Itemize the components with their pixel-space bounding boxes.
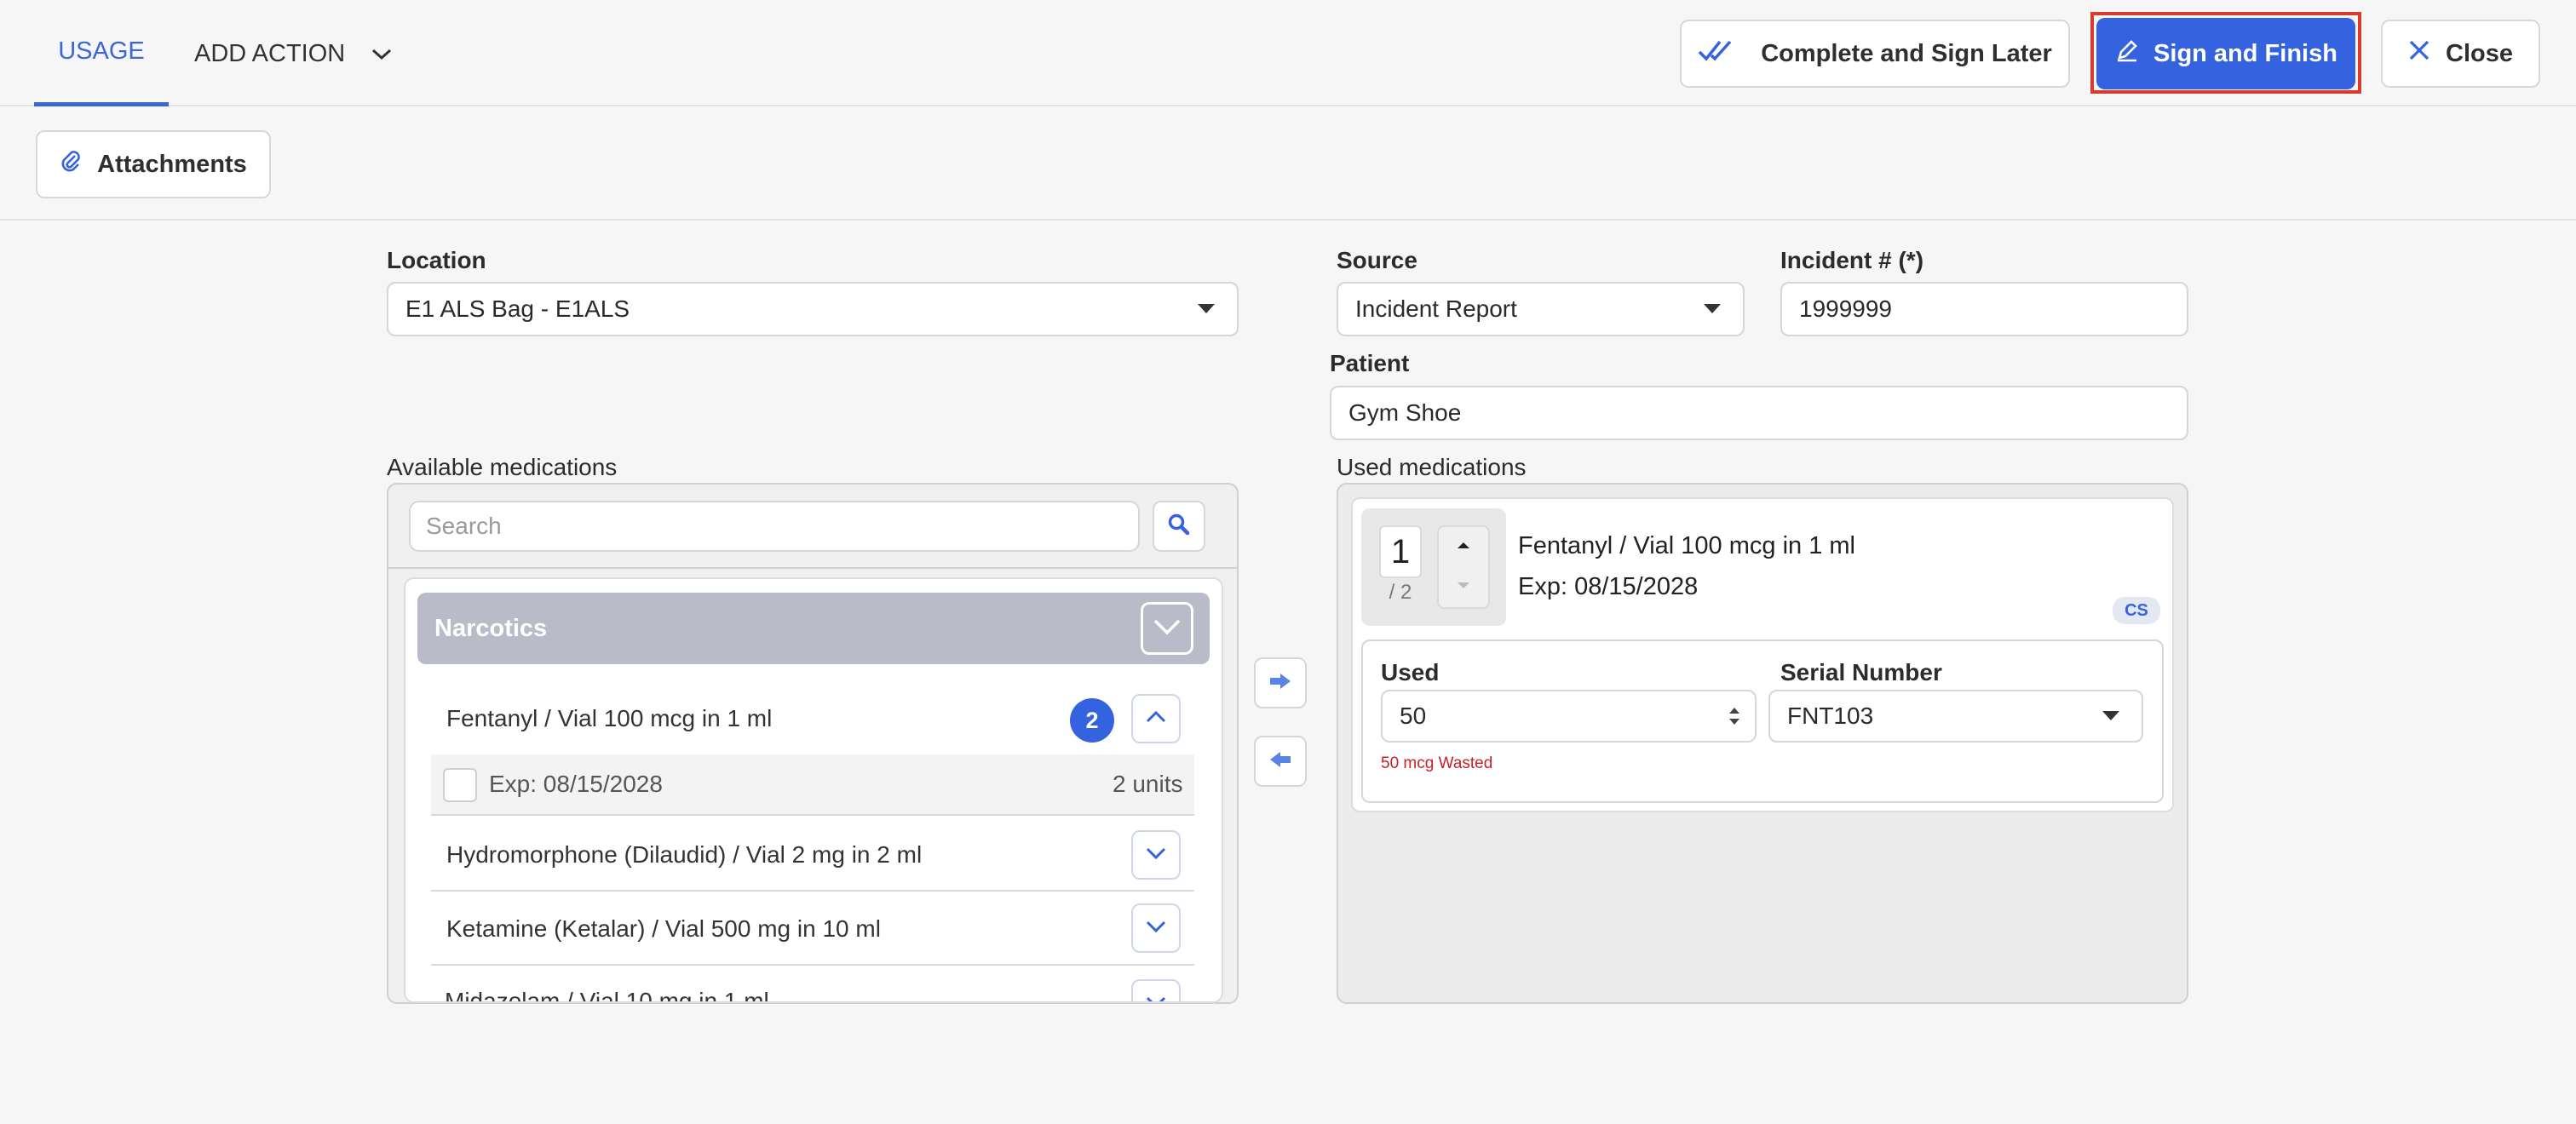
location-select[interactable]: E1 ALS Bag - E1ALS <box>387 282 1239 336</box>
med-name: Ketamine (Ketalar) / Vial 500 mg in 10 m… <box>446 915 881 942</box>
incident-input[interactable]: 1999999 <box>1780 282 2188 336</box>
double-check-icon <box>1698 38 1735 69</box>
available-medications-title: Available medications <box>387 454 618 480</box>
move-left-button[interactable] <box>1254 736 1307 787</box>
med-name[interactable]: Midazolam / Vial 10 mg in 1 ml <box>445 988 769 1001</box>
sub-toolbar <box>0 106 2576 221</box>
cs-badge: CS <box>2113 597 2160 624</box>
list-item[interactable]: Hydromorphone (Dilaudid) / Vial 2 mg in … <box>431 819 1194 892</box>
used-amount-value: 50 <box>1400 702 1427 729</box>
expand-button[interactable] <box>1131 830 1181 880</box>
highlight-box <box>2090 12 2361 94</box>
tab-usage[interactable]: USAGE <box>34 0 169 106</box>
location-label: Location <box>387 247 486 273</box>
source-value: Incident Report <box>1355 295 1517 322</box>
complete-sign-later-button[interactable]: Complete and Sign Later <box>1680 20 2070 88</box>
tab-add-action-label: ADD ACTION <box>194 39 346 67</box>
group-header-narcotics[interactable]: Narcotics <box>417 593 1210 664</box>
wasted-note: 50 mcg Wasted <box>1381 754 1493 772</box>
close-icon <box>2408 39 2430 68</box>
caret-up-icon <box>1455 539 1472 554</box>
increment-button[interactable] <box>1439 527 1488 566</box>
patient-value: Gym Shoe <box>1348 399 1462 426</box>
lot-units: 2 units <box>1113 771 1183 797</box>
caret-down-icon <box>2102 711 2119 720</box>
arrow-left-icon <box>1268 750 1292 773</box>
list-item[interactable]: Ketamine (Ketalar) / Vial 500 mg in 10 m… <box>431 893 1194 966</box>
count-badge: 2 <box>1070 698 1114 743</box>
caret-down-icon <box>1704 304 1721 313</box>
incident-value: 1999999 <box>1799 295 1893 322</box>
search-button[interactable] <box>1153 501 1205 552</box>
list-clip: Midazolam / Vial 10 mg in 1 ml <box>404 967 1223 1001</box>
incident-label: Incident # (*) <box>1780 247 1924 273</box>
caret-down-icon <box>1455 580 1472 595</box>
med-name: Fentanyl / Vial 100 mcg in 1 ml <box>446 705 773 731</box>
patient-label: Patient <box>1330 350 1410 376</box>
chevron-down-icon <box>1145 920 1167 938</box>
used-med-name: Fentanyl / Vial 100 mcg in 1 ml <box>1518 532 1855 559</box>
location-value: E1 ALS Bag - E1ALS <box>405 295 630 322</box>
divider <box>388 567 1237 569</box>
expand-button[interactable] <box>1131 979 1181 1001</box>
arrow-right-icon <box>1268 672 1292 695</box>
quantity-value[interactable]: 1 <box>1379 525 1422 578</box>
move-right-button[interactable] <box>1254 657 1307 708</box>
caret-down-icon <box>1198 304 1215 313</box>
lot-checkbox[interactable] <box>443 768 477 802</box>
chevron-down-icon <box>371 40 393 68</box>
serial-label: Serial Number <box>1780 659 1942 685</box>
close-label: Close <box>2446 39 2513 67</box>
group-name: Narcotics <box>434 614 548 642</box>
patient-input[interactable]: Gym Shoe <box>1330 386 2188 440</box>
serial-select[interactable]: FNT103 <box>1768 690 2143 743</box>
close-button[interactable]: Close <box>2381 20 2540 88</box>
chevron-down-icon <box>1145 995 1167 1001</box>
search-placeholder: Search <box>426 513 502 539</box>
chevron-down-icon <box>1153 618 1182 639</box>
source-label: Source <box>1337 247 1417 273</box>
med-name: Hydromorphone (Dilaudid) / Vial 2 mg in … <box>446 840 923 868</box>
serial-value: FNT103 <box>1787 702 1874 729</box>
decrement-button[interactable] <box>1439 568 1488 607</box>
group-collapse-button[interactable] <box>1141 602 1193 655</box>
used-amount-input[interactable]: 50 <box>1381 690 1757 743</box>
spinner-icon[interactable] <box>1728 703 1741 735</box>
chevron-down-icon <box>1145 846 1167 864</box>
chevron-up-icon <box>1145 710 1167 728</box>
expand-button[interactable] <box>1131 694 1181 743</box>
source-select[interactable]: Incident Report <box>1337 282 1745 336</box>
attachments-button[interactable]: Attachments <box>36 130 271 198</box>
tab-add-action[interactable]: ADD ACTION <box>194 34 393 73</box>
expand-button[interactable] <box>1131 903 1181 953</box>
used-label: Used <box>1381 659 1440 685</box>
quantity-total: / 2 <box>1389 581 1412 604</box>
search-input[interactable]: Search <box>409 501 1140 552</box>
paperclip-icon <box>60 148 82 181</box>
used-med-exp: Exp: 08/15/2028 <box>1518 573 1699 600</box>
lot-exp: Exp: 08/15/2028 <box>489 771 663 797</box>
attachments-label: Attachments <box>97 150 247 178</box>
search-icon <box>1167 513 1191 541</box>
used-medications-title: Used medications <box>1337 454 1527 480</box>
complete-sign-later-label: Complete and Sign Later <box>1761 39 2052 67</box>
